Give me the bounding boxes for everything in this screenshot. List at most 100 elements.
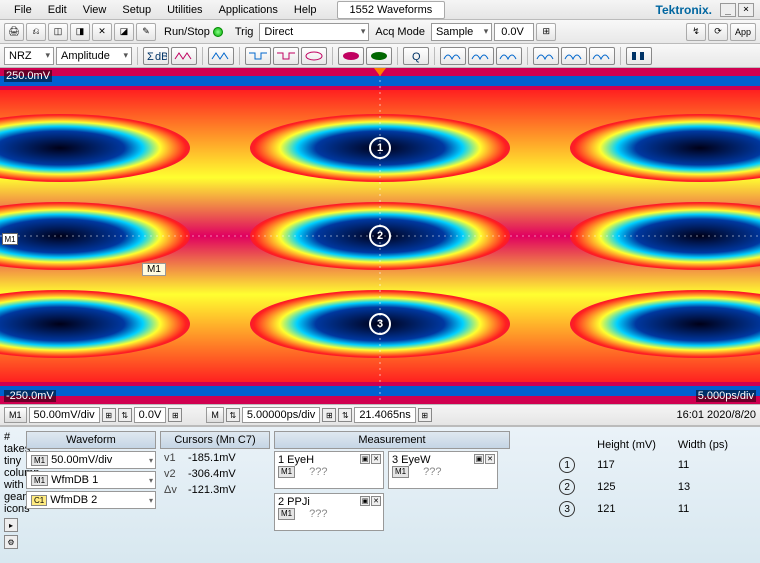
bottom-panel: # takes tiny column with gear icons ▸ ⚙ … — [0, 426, 760, 563]
tool-icon-1[interactable]: ⎌ — [26, 23, 46, 41]
panel-toggle-icon[interactable]: ▸ — [4, 518, 18, 532]
meas-close-icon[interactable]: ▣ — [474, 454, 484, 464]
measurement-column: Measurement 1 EyeH ▣✕ M1??? 3 EyeW ▣✕ M1… — [274, 431, 510, 559]
brand-logo: Tektronix. — [656, 3, 718, 17]
voltage-field[interactable]: 0.0V — [494, 23, 534, 41]
eye-marker-3: 3 — [369, 313, 391, 335]
run-led-icon — [213, 27, 223, 37]
status-vdiv[interactable]: 50.00mV/div — [29, 407, 100, 423]
meas-close-icon[interactable]: ▣ — [360, 454, 370, 464]
status-datetime: 16:01 2020/8/20 — [676, 409, 756, 421]
meas-icon-5[interactable] — [273, 47, 299, 65]
time-div-label: 5.000ps/div — [696, 390, 756, 402]
meas-icon-7[interactable] — [338, 47, 364, 65]
tool-icon-3[interactable]: ◨ — [70, 23, 90, 41]
cursor-row-0: v1-185.1mV — [160, 451, 270, 465]
results-table: Height (mV) Width (ps) 111711 212513 312… — [547, 435, 740, 521]
keypad-icon[interactable]: ⊞ — [536, 23, 556, 41]
meas-icon-11[interactable] — [496, 47, 522, 65]
tag-m1: M1 — [31, 455, 48, 466]
meas-box-1[interactable]: 3 EyeW ▣✕ M1??? — [388, 451, 498, 489]
cursor-row-2: Δv-121.3mV — [160, 483, 270, 497]
meas-icon-12[interactable] — [533, 47, 559, 65]
meas-box-0[interactable]: 1 EyeH ▣✕ M1??? — [274, 451, 384, 489]
menu-file[interactable]: File — [6, 2, 40, 18]
keypad-icon[interactable]: ⊞ — [418, 408, 432, 422]
tool-right-2[interactable]: ⟳ — [708, 23, 728, 41]
tag-m1: M1 — [31, 475, 48, 486]
menu-setup[interactable]: Setup — [114, 2, 159, 18]
y-bottom-label: -250.0mV — [4, 390, 56, 402]
status-voff[interactable]: 0.0V — [134, 407, 167, 423]
meas-icon-q[interactable]: Q — [403, 47, 429, 65]
meas-icon-6[interactable] — [301, 47, 327, 65]
trig-label: Trig — [231, 26, 258, 38]
trig-mode-select[interactable]: Direct — [259, 23, 369, 41]
acq-mode-select[interactable]: Sample — [431, 23, 492, 41]
meas-box-2[interactable]: 2 PPJi ▣✕ M1??? — [274, 493, 384, 531]
tool-icon-4[interactable]: ✕ — [92, 23, 112, 41]
meas-icon-4[interactable] — [245, 47, 271, 65]
meas-del-icon[interactable]: ✕ — [371, 454, 381, 464]
tool-icon-6[interactable]: ✎ — [136, 23, 156, 41]
window-title: 1552 Waveforms — [337, 1, 446, 19]
app-button[interactable]: App — [730, 23, 756, 41]
menu-applications[interactable]: Applications — [211, 2, 286, 18]
keypad-icon[interactable]: ⊞ — [102, 408, 116, 422]
meas-icon-10[interactable] — [468, 47, 494, 65]
panel-gutter: # takes tiny column with gear icons ▸ ⚙ — [4, 431, 22, 559]
stepper-icon[interactable]: ⇅ — [338, 408, 352, 422]
close-button[interactable]: × — [738, 3, 754, 17]
meas-close-icon[interactable]: ▣ — [360, 496, 370, 506]
menu-edit[interactable]: Edit — [40, 2, 75, 18]
minimize-button[interactable]: _ — [720, 3, 736, 17]
waveform-item-2[interactable]: C1WfmDB 2▾ — [26, 491, 156, 509]
menu-help[interactable]: Help — [286, 2, 325, 18]
stepper-icon[interactable]: ⇅ — [226, 408, 240, 422]
panel-gear-icon[interactable]: ⚙ — [4, 535, 18, 549]
m1-side-tag: M1 — [2, 233, 18, 245]
result-row-0: 111711 — [549, 455, 738, 475]
meas-icon-3[interactable] — [208, 47, 234, 65]
measure-type-select[interactable]: Amplitude — [56, 47, 132, 65]
status-tpos[interactable]: 21.4065ns — [354, 407, 415, 423]
keypad-icon[interactable]: ⊞ — [168, 408, 182, 422]
tool-icon-5[interactable]: ◪ — [114, 23, 134, 41]
print-icon[interactable]: 🖨 — [4, 23, 24, 41]
cursors-column: Cursors (Mn C7) v1-185.1mV v2-306.4mV Δv… — [160, 431, 270, 559]
meas-del-icon[interactable]: ✕ — [485, 454, 495, 464]
tool-icon-2[interactable]: ◫ — [48, 23, 68, 41]
run-stop-button[interactable]: Run/Stop — [158, 26, 229, 38]
svg-text:dB: dB — [155, 51, 167, 63]
keypad-icon[interactable]: ⊞ — [322, 408, 336, 422]
menu-utilities[interactable]: Utilities — [159, 2, 210, 18]
run-stop-label: Run/Stop — [164, 26, 210, 38]
meas-icon-9[interactable] — [440, 47, 466, 65]
tool-right-1[interactable]: ↯ — [686, 23, 706, 41]
status-tdiv[interactable]: 5.00000ps/div — [242, 407, 321, 423]
status-m-tag[interactable]: M — [206, 407, 224, 423]
meas-icon-8[interactable] — [366, 47, 392, 65]
meas-icon-1[interactable]: ΣdB — [143, 47, 169, 65]
result-row-2: 312111 — [549, 499, 738, 519]
menu-view[interactable]: View — [75, 2, 115, 18]
m1-cursor-tag[interactable]: M1 — [142, 263, 166, 276]
meas-icon-2[interactable] — [171, 47, 197, 65]
meas-icon-13[interactable] — [561, 47, 587, 65]
measurement-header: Measurement — [274, 431, 510, 449]
waveform-item-1[interactable]: M1WfmDB 1▾ — [26, 471, 156, 489]
meas-icon-14[interactable] — [589, 47, 615, 65]
toolbar-main: 🖨 ⎌ ◫ ◨ ✕ ◪ ✎ Run/Stop Trig Direct Acq M… — [0, 20, 760, 44]
stepper-icon[interactable]: ⇅ — [118, 408, 132, 422]
signal-type-select[interactable]: NRZ — [4, 47, 54, 65]
waveform-item-0[interactable]: M150.00mV/div▾ — [26, 451, 156, 469]
result-row-1: 212513 — [549, 477, 738, 497]
meas-del-icon[interactable]: ✕ — [371, 496, 381, 506]
eye-marker-2: 2 — [369, 225, 391, 247]
meas-icon-15[interactable] — [626, 47, 652, 65]
status-m1-tag[interactable]: M1 — [4, 407, 27, 423]
toolbar-measure: NRZ Amplitude ΣdB Q — [0, 44, 760, 68]
cursors-header: Cursors (Mn C7) — [160, 431, 270, 449]
waveform-display[interactable]: 250.0mV -250.0mV 5.000ps/div M1 M1 1 2 3 — [0, 68, 760, 404]
svg-text:Σ: Σ — [147, 51, 154, 63]
